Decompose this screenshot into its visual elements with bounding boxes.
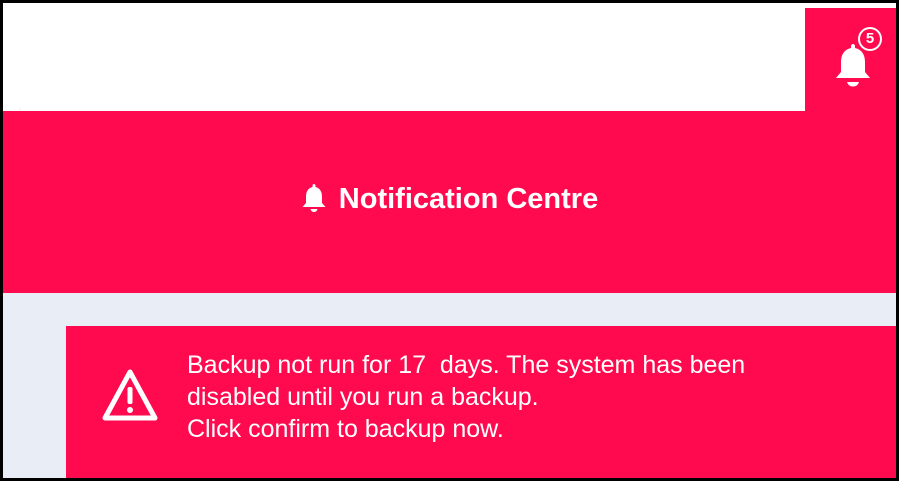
notifications-button[interactable]: 5 bbox=[805, 8, 896, 111]
notification-count: 5 bbox=[860, 29, 880, 49]
alert-line: Backup not run for 17 days. The system h… bbox=[187, 351, 746, 379]
notification-centre-header: Notification Centre bbox=[3, 111, 896, 293]
warning-triangle-icon bbox=[102, 369, 158, 421]
page-title-text: Notification Centre bbox=[338, 182, 599, 215]
app-window: 5 Notification Centre Backup not run for… bbox=[0, 0, 899, 481]
notification-count-badge: 5 bbox=[858, 27, 882, 51]
backup-alert-card[interactable]: Backup not run for 17 days. The system h… bbox=[66, 326, 896, 478]
bell-icon bbox=[302, 184, 326, 212]
alert-line: Click confirm to backup now. bbox=[187, 415, 504, 443]
page-title: Notification Centre bbox=[3, 179, 896, 219]
notifications-list: Backup not run for 17 days. The system h… bbox=[3, 293, 896, 478]
alert-message: Backup not run for 17 days. The system h… bbox=[187, 349, 877, 445]
alert-line: disabled until you run a backup. bbox=[187, 383, 539, 411]
top-bar: 5 bbox=[3, 3, 896, 112]
